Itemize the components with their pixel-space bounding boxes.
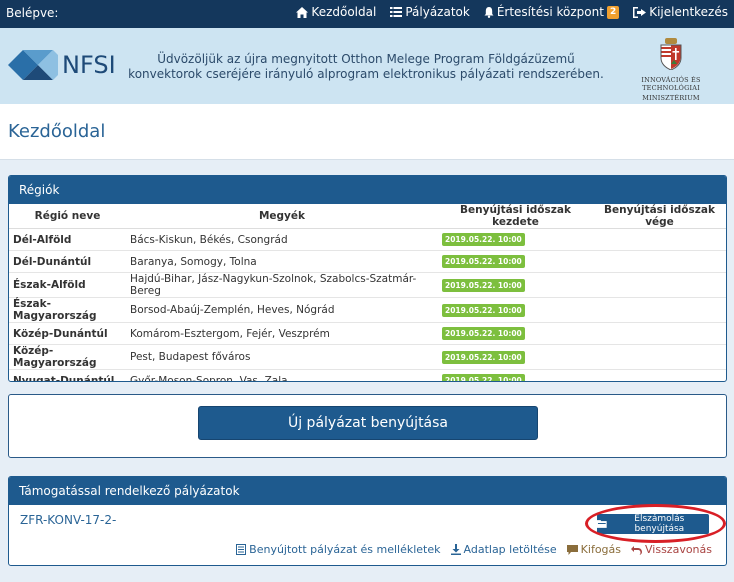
counties-cell: Győr-Moson-Sopron, Vas, Zala [126, 369, 438, 381]
nav-logout-label: Kijelentkezés [649, 5, 728, 19]
top-nav: Kezdőoldal Pályázatok Értesítési központ… [282, 5, 728, 19]
end-date-cell [593, 344, 726, 370]
folder-icon [597, 520, 607, 528]
region-name-cell: Dél-Alföld [9, 228, 126, 251]
end-date-cell [593, 272, 726, 298]
region-name-cell: Dél-Dunántúl [9, 250, 126, 273]
region-name-cell: Nyugat-Dunántúl [9, 369, 126, 381]
table-row: Észak-Magyarország Borsod-Abaúj-Zemplén, … [9, 297, 726, 323]
nav-notifications[interactable]: Értesítési központ 2 [484, 5, 620, 19]
start-date-badge: 2019.05.22. 10:00 [442, 233, 525, 246]
settlement-submit-button[interactable]: Elszámolás benyújtása [597, 514, 709, 534]
application-id[interactable]: ZFR-KONV-17-2- [20, 513, 116, 527]
table-row: Dél-Alföld Bács-Kiskun, Békés, Csongrád 20… [9, 228, 726, 251]
table-row: Nyugat-Dunántúl Győr-Moson-Sopron, Vas, Z… [9, 369, 726, 381]
funded-applications-panel: Támogatással rendelkező pályázatok ZFR-K… [8, 476, 727, 566]
counties-cell: Hajdú-Bihar, Jász-Nagykun-Szolnok, Szabo… [126, 272, 438, 298]
nfsi-logo[interactable]: NFSI [8, 50, 116, 80]
start-date-cell: 2019.05.22. 10:00 [438, 322, 593, 345]
counties-cell: Bács-Kiskun, Békés, Csongrád [126, 228, 438, 251]
funded-panel-heading: Támogatással rendelkező pályázatok [9, 477, 726, 505]
page-title-bar: Kezdőoldal [0, 104, 734, 160]
logo-text: NFSI [62, 51, 116, 79]
start-date-badge: 2019.05.22. 10:00 [442, 327, 525, 340]
page-title: Kezdőoldal [8, 121, 106, 142]
regions-table-body: Dél-Alföld Bács-Kiskun, Békés, Csongrád 20… [9, 228, 726, 381]
col-end: Benyújtási időszak vége [593, 204, 726, 229]
start-date-badge: 2019.05.22. 10:00 [442, 350, 525, 364]
regions-table-header: Régió neve Megyék Benyújtási időszak kez… [9, 204, 726, 229]
region-name-cell: Közép-Dunántúl [9, 322, 126, 345]
start-date-cell: 2019.05.22. 10:00 [438, 344, 593, 370]
ministry-name-line2: MINISZTÉRIUM [642, 94, 700, 102]
bell-icon [484, 6, 494, 18]
document-list-icon [236, 544, 247, 555]
top-bar: Belépve: Kezdőoldal Pályázatok Értesítés… [0, 0, 734, 28]
nav-notifications-label: Értesítési központ [496, 5, 604, 19]
withdraw-label: Visszavonás [645, 543, 712, 556]
submitted-documents-link[interactable]: Benyújtott pályázat és mellékletek [236, 543, 441, 556]
table-row: Közép-Dunántúl Komárom-Esztergom, Fejér, … [9, 322, 726, 345]
end-date-cell [593, 322, 726, 345]
application-actions: Benyújtott pályázat és mellékletek Adatl… [226, 543, 712, 556]
table-row: Közép-Magyarország Pest, Budapest főváros… [9, 344, 726, 370]
undo-icon [631, 545, 642, 555]
region-name-cell: Észak-Alföld [9, 272, 126, 298]
notification-count-badge: 2 [606, 5, 620, 19]
home-icon [296, 6, 309, 18]
download-icon [450, 544, 461, 555]
end-date-cell [593, 228, 726, 251]
download-datasheet-link[interactable]: Adatlap letöltése [450, 543, 557, 556]
start-date-badge: 2019.05.22. 10:00 [442, 278, 525, 292]
submitted-documents-label: Benyújtott pályázat és mellékletek [249, 543, 441, 556]
site-header: NFSI Üdvözöljük az újra megnyitott Ottho… [0, 28, 734, 104]
objection-label: Kifogás [580, 543, 621, 556]
welcome-text: Üdvözöljük az újra megnyitott Otthon Mel… [128, 52, 604, 81]
logged-in-label: Belépve: [6, 6, 59, 20]
logout-icon [633, 6, 647, 18]
new-application-button[interactable]: Új pályázat benyújtása [198, 406, 538, 440]
objection-link[interactable]: Kifogás [566, 543, 621, 556]
new-application-panel: Új pályázat benyújtása [8, 394, 727, 458]
ministry-logo: INNOVÁCIÓS ÉS TECHNOLÓGIAI MINISZTÉRIUM [616, 38, 726, 102]
nav-logout[interactable]: Kijelentkezés [633, 5, 728, 19]
start-date-cell: 2019.05.22. 10:00 [438, 228, 593, 251]
download-datasheet-label: Adatlap letöltése [463, 543, 557, 556]
withdraw-link[interactable]: Visszavonás [631, 543, 712, 556]
start-date-cell: 2019.05.22. 10:00 [438, 272, 593, 298]
start-date-badge: 2019.05.22. 10:00 [442, 255, 525, 268]
col-start: Benyújtási időszak kezdete [438, 204, 593, 229]
counties-cell: Komárom-Esztergom, Fejér, Veszprém [126, 322, 438, 345]
table-row: Észak-Alföld Hajdú-Bihar, Jász-Nagykun-Sz… [9, 272, 726, 298]
start-date-cell: 2019.05.22. 10:00 [438, 297, 593, 323]
ministry-name-line1: INNOVÁCIÓS ÉS TECHNOLÓGIAI [641, 76, 701, 92]
coat-of-arms-icon [660, 38, 682, 71]
nfsi-logo-icon [8, 50, 58, 80]
col-counties: Megyék [126, 204, 438, 229]
nav-home-label: Kezdőoldal [311, 5, 377, 19]
start-date-badge: 2019.05.22. 10:00 [442, 374, 525, 381]
nav-applications-label: Pályázatok [405, 5, 470, 19]
start-date-cell: 2019.05.22. 10:00 [438, 250, 593, 273]
nav-home[interactable]: Kezdőoldal [296, 5, 376, 19]
start-date-badge: 2019.05.22. 10:00 [442, 303, 525, 317]
start-date-cell: 2019.05.22. 10:00 [438, 369, 593, 381]
col-region-name: Régió neve [9, 204, 126, 229]
end-date-cell [593, 250, 726, 273]
end-date-cell [593, 297, 726, 323]
nav-applications[interactable]: Pályázatok [390, 5, 470, 19]
regions-table: Régió neve Megyék Benyújtási időszak kez… [9, 204, 726, 381]
regions-panel-heading: Régiók [9, 176, 726, 204]
regions-panel: Régiók Régió neve Megyék Benyújtási idős… [8, 175, 727, 382]
end-date-cell [593, 369, 726, 381]
comment-icon [566, 544, 578, 555]
counties-cell: Baranya, Somogy, Tolna [126, 250, 438, 273]
counties-cell: Borsod-Abaúj-Zemplén, Heves, Nógrád [126, 297, 438, 323]
list-icon [390, 7, 403, 17]
region-name-cell: Közép-Magyarország [9, 344, 126, 370]
settlement-submit-label: Elszámolás benyújtása [634, 514, 685, 534]
region-name-cell: Észak-Magyarország [9, 297, 126, 323]
table-row: Dél-Dunántúl Baranya, Somogy, Tolna 2019.0… [9, 250, 726, 273]
counties-cell: Pest, Budapest főváros [126, 344, 438, 370]
